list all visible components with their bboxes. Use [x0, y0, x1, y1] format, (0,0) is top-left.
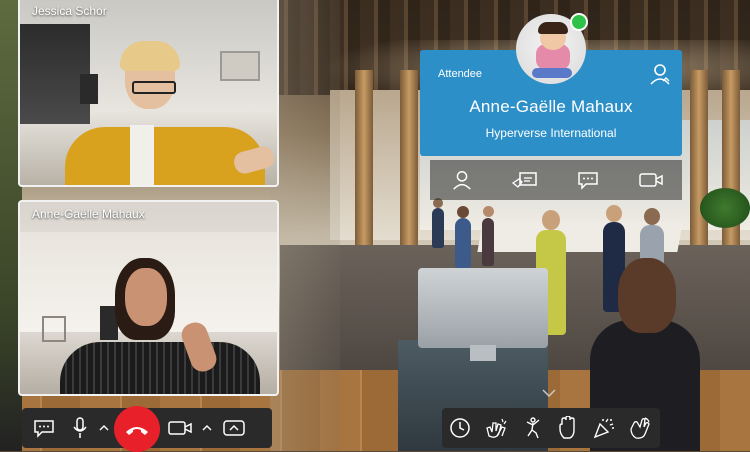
business-card-icon: [511, 172, 537, 188]
chat-icon: [577, 172, 598, 190]
start-video-call-button[interactable]: [636, 165, 666, 195]
attendee-role: Attendee: [438, 68, 483, 80]
lantern: [80, 74, 98, 104]
attendee-organization: Hyperverse International: [485, 126, 617, 140]
chevron-down-icon[interactable]: [541, 388, 557, 398]
participant-name: Jessica Schor: [32, 4, 107, 18]
expand-icon: [223, 420, 245, 436]
microphone-icon: [73, 417, 87, 438]
clapping-hands-icon: [486, 418, 507, 438]
camera-button[interactable]: [160, 419, 200, 437]
dancing-icon: [526, 417, 540, 439]
celebrate-reaction-button[interactable]: [586, 416, 622, 440]
clock-icon: [450, 418, 470, 438]
expand-button[interactable]: [214, 418, 254, 438]
monitor: [418, 268, 548, 348]
view-profile-button[interactable]: [447, 165, 477, 195]
attendee-actions: [430, 160, 682, 200]
dance-reaction-button[interactable]: [514, 416, 550, 440]
chat-icon: [34, 420, 54, 438]
reactions-bar: [442, 408, 660, 448]
chat-button[interactable]: [22, 418, 66, 438]
hang-up-button[interactable]: [114, 406, 160, 452]
avatar-figure[interactable]: [482, 218, 494, 266]
wave-reaction-button[interactable]: [622, 416, 658, 440]
online-status-indicator: [570, 13, 588, 31]
person-face: [125, 268, 167, 326]
profile-badge-icon[interactable]: [648, 62, 672, 86]
avatar-figure[interactable]: [432, 208, 444, 248]
plant: [700, 188, 750, 228]
raise-hand-icon: [559, 416, 575, 439]
camera-icon: [168, 421, 192, 435]
microphone-button[interactable]: [66, 416, 94, 440]
attendee-name: Anne-Gaëlle Mahaux: [469, 97, 633, 116]
wall-frame: [220, 51, 260, 81]
chevron-up-icon: [99, 425, 109, 431]
applause-reaction-button[interactable]: [478, 416, 514, 440]
microphone-options-button[interactable]: [94, 424, 114, 432]
hang-up-icon: [126, 427, 148, 435]
video-tile[interactable]: Anne-Gaëlle Mahaux: [18, 200, 279, 396]
party-popper-icon: [593, 418, 614, 439]
send-message-button[interactable]: [573, 165, 603, 195]
chevron-up-icon: [202, 425, 212, 431]
video-tile[interactable]: Jessica Schor: [18, 0, 279, 187]
raise-hand-button[interactable]: [550, 416, 586, 440]
avatar-figure[interactable]: [455, 218, 471, 268]
clock-button[interactable]: [442, 417, 478, 439]
profile-icon: [452, 171, 471, 190]
waving-hand-icon: [630, 417, 650, 439]
exchange-card-button[interactable]: [510, 165, 540, 195]
camera-options-button[interactable]: [200, 424, 214, 432]
video-icon: [638, 173, 663, 187]
wall-frame: [42, 316, 66, 342]
call-controls-bar: [22, 406, 272, 452]
person-body: [60, 342, 260, 394]
glasses: [132, 81, 176, 94]
participant-name: Anne-Gaëlle Mahaux: [32, 207, 145, 221]
